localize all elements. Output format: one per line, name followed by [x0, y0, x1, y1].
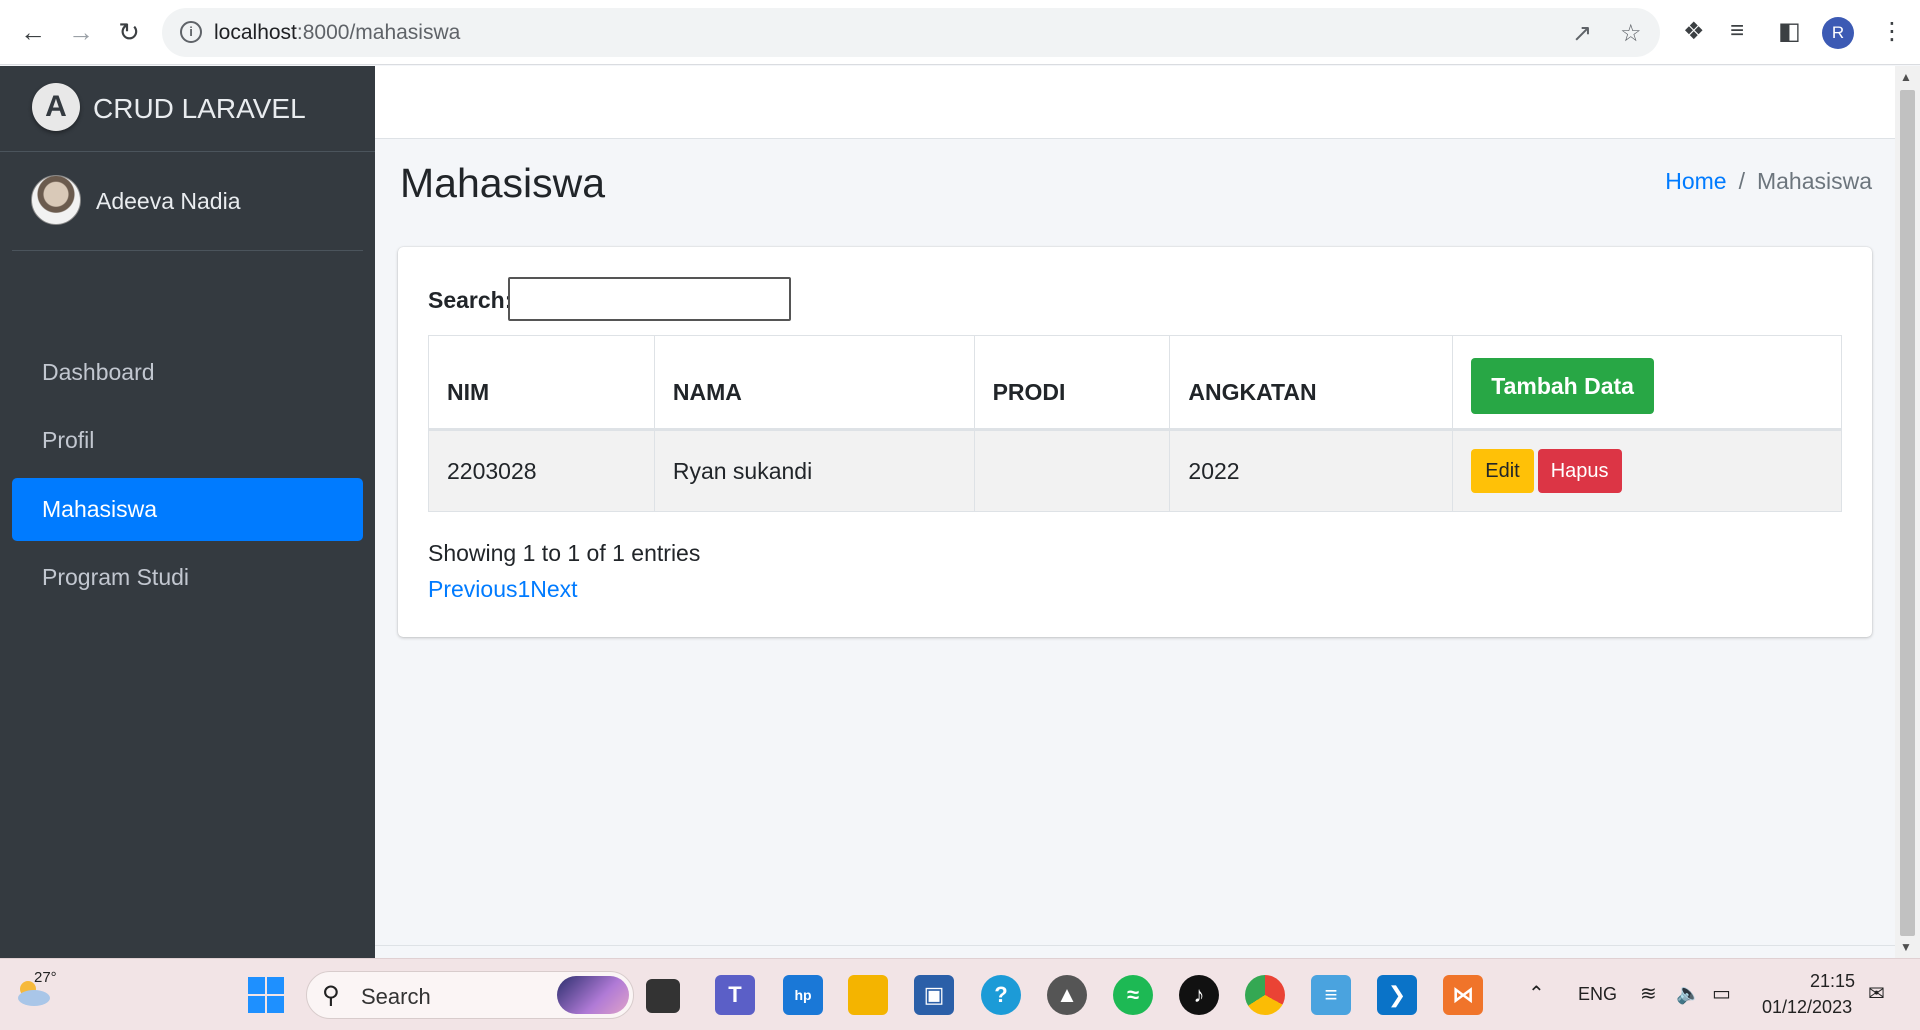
- table-info: Showing 1 to 1 of 1 entries: [428, 540, 701, 566]
- back-icon[interactable]: ←: [16, 15, 50, 49]
- page-title: Mahasiswa: [400, 160, 606, 206]
- menu-kebab-icon[interactable]: ⋮: [1880, 17, 1904, 46]
- cell-nama: Ryan sukandi: [653, 429, 975, 512]
- forward-icon[interactable]: →: [64, 15, 98, 49]
- scroll-thumb[interactable]: [1900, 90, 1915, 936]
- battery-icon[interactable]: ▭: [1712, 981, 1731, 1006]
- search-input[interactable]: [508, 277, 791, 321]
- url-text[interactable]: localhost:8000/mahasiswa: [214, 21, 460, 45]
- column-header-nama[interactable]: NAMA: [653, 335, 975, 431]
- data-card: Search: NIM NAMA PRODI ANGKATAN Tambah D…: [398, 247, 1872, 637]
- page-scrollbar[interactable]: ▲ ▼: [1895, 66, 1920, 958]
- table-row: 2203028 Ryan sukandi 2022 Edit Hapus: [428, 429, 1842, 512]
- search-label: Search:: [428, 287, 513, 313]
- clock-date[interactable]: 01/12/2023: [1762, 997, 1852, 1018]
- breadcrumb-current: Mahasiswa: [1756, 168, 1872, 194]
- reload-icon[interactable]: ↻: [112, 15, 146, 49]
- add-data-button[interactable]: Tambah Data: [1471, 358, 1654, 414]
- sidebar: A CRUD LARAVEL Adeeva Nadia Dashboard Pr…: [0, 66, 375, 958]
- delete-button[interactable]: Hapus: [1537, 449, 1622, 493]
- vscode-icon[interactable]: ❯: [1377, 975, 1417, 1015]
- edit-button[interactable]: Edit: [1471, 449, 1534, 493]
- breadcrumb-home-link[interactable]: Home: [1665, 168, 1726, 194]
- windows-taskbar: 27° ⚲ Search T hp ▣ ? ▲ ≈ ♪ ≡ ❯ ⋈ ⌃ ENG …: [0, 958, 1920, 1030]
- column-header-prodi[interactable]: PRODI: [973, 335, 1171, 431]
- avatar: [31, 175, 81, 225]
- breadcrumb: Home / Mahasiswa: [1665, 168, 1872, 195]
- notification-icon[interactable]: ✉: [1868, 981, 1885, 1006]
- footer-divider: [375, 945, 1895, 946]
- sidebar-item-dashboard[interactable]: Dashboard: [12, 341, 363, 404]
- bookmark-star-icon[interactable]: ☆: [1620, 19, 1642, 48]
- column-header-actions: Tambah Data: [1452, 335, 1842, 431]
- cell-angkatan: 2022: [1169, 429, 1454, 512]
- windows-start-icon[interactable]: [248, 977, 284, 1013]
- scroll-down-icon[interactable]: ▼: [1900, 940, 1912, 954]
- pagination: Previous1Next: [428, 576, 578, 603]
- user-name[interactable]: Adeeva Nadia: [96, 188, 241, 215]
- pagination-next[interactable]: Next: [530, 576, 577, 602]
- column-header-nim[interactable]: NIM: [428, 335, 655, 431]
- cell-prodi: [973, 429, 1171, 512]
- profile-avatar[interactable]: R: [1822, 17, 1854, 49]
- brand-logo-icon: A: [32, 83, 80, 131]
- side-panel-icon[interactable]: ◧: [1778, 17, 1801, 46]
- myhp-icon[interactable]: hp: [783, 975, 823, 1015]
- scroll-up-icon[interactable]: ▲: [1900, 70, 1912, 84]
- tray-overflow-icon[interactable]: ⌃: [1528, 981, 1545, 1006]
- wifi-icon[interactable]: ≋: [1640, 981, 1657, 1006]
- mahasiswa-table: NIM NAMA PRODI ANGKATAN Tambah Data 2203…: [428, 335, 1842, 512]
- user-panel: Adeeva Nadia: [12, 166, 363, 251]
- extensions-icon[interactable]: ❖: [1683, 17, 1705, 46]
- breadcrumb-separator: /: [1738, 168, 1745, 194]
- file-explorer-icon[interactable]: [848, 975, 888, 1015]
- weather-temperature: 27°: [34, 969, 57, 986]
- xampp-icon[interactable]: ⋈: [1443, 975, 1483, 1015]
- chrome-icon[interactable]: [1245, 975, 1285, 1015]
- taskbar-search[interactable]: ⚲ Search: [306, 971, 634, 1019]
- task-view-icon[interactable]: [646, 979, 680, 1013]
- search-highlight-image: [557, 976, 629, 1014]
- site-info-icon[interactable]: i: [180, 21, 202, 43]
- volume-icon[interactable]: 🔈: [1676, 981, 1701, 1006]
- notepad-icon[interactable]: ≡: [1311, 975, 1351, 1015]
- spotify-icon[interactable]: ≈: [1113, 975, 1153, 1015]
- media-queue-icon[interactable]: ≡: [1730, 17, 1744, 45]
- clock-time[interactable]: 21:15: [1810, 971, 1855, 992]
- language-indicator[interactable]: ENG: [1578, 984, 1617, 1005]
- sidebar-item-program-studi[interactable]: Program Studi: [12, 546, 363, 609]
- table-header-row: NIM NAMA PRODI ANGKATAN Tambah Data: [428, 335, 1842, 431]
- sidebar-item-mahasiswa[interactable]: Mahasiswa: [12, 478, 363, 541]
- brand-text: CRUD LARAVEL: [93, 93, 306, 124]
- top-navbar: [375, 66, 1895, 139]
- cell-nim: 2203028: [428, 429, 655, 512]
- pagination-page-1[interactable]: 1: [517, 576, 530, 602]
- brand-link[interactable]: A CRUD LARAVEL: [0, 66, 375, 152]
- teams-icon[interactable]: T: [715, 975, 755, 1015]
- address-bar[interactable]: i localhost:8000/mahasiswa ↗ ☆: [162, 8, 1660, 57]
- share-icon[interactable]: ↗: [1572, 19, 1592, 48]
- taskbar-search-placeholder: Search: [361, 984, 431, 1009]
- inkscape-icon[interactable]: ▲: [1047, 975, 1087, 1015]
- cell-actions: Edit Hapus: [1452, 429, 1842, 512]
- microsoft-store-icon[interactable]: ▣: [914, 975, 954, 1015]
- sidebar-item-profil[interactable]: Profil: [12, 409, 363, 472]
- browser-toolbar: ← → ↻ i localhost:8000/mahasiswa ↗ ☆ ❖ ≡…: [0, 0, 1920, 65]
- tiktok-icon[interactable]: ♪: [1179, 975, 1219, 1015]
- pagination-previous[interactable]: Previous: [428, 576, 517, 602]
- help-icon[interactable]: ?: [981, 975, 1021, 1015]
- column-header-angkatan[interactable]: ANGKATAN: [1169, 335, 1454, 431]
- search-icon: ⚲: [322, 982, 340, 1009]
